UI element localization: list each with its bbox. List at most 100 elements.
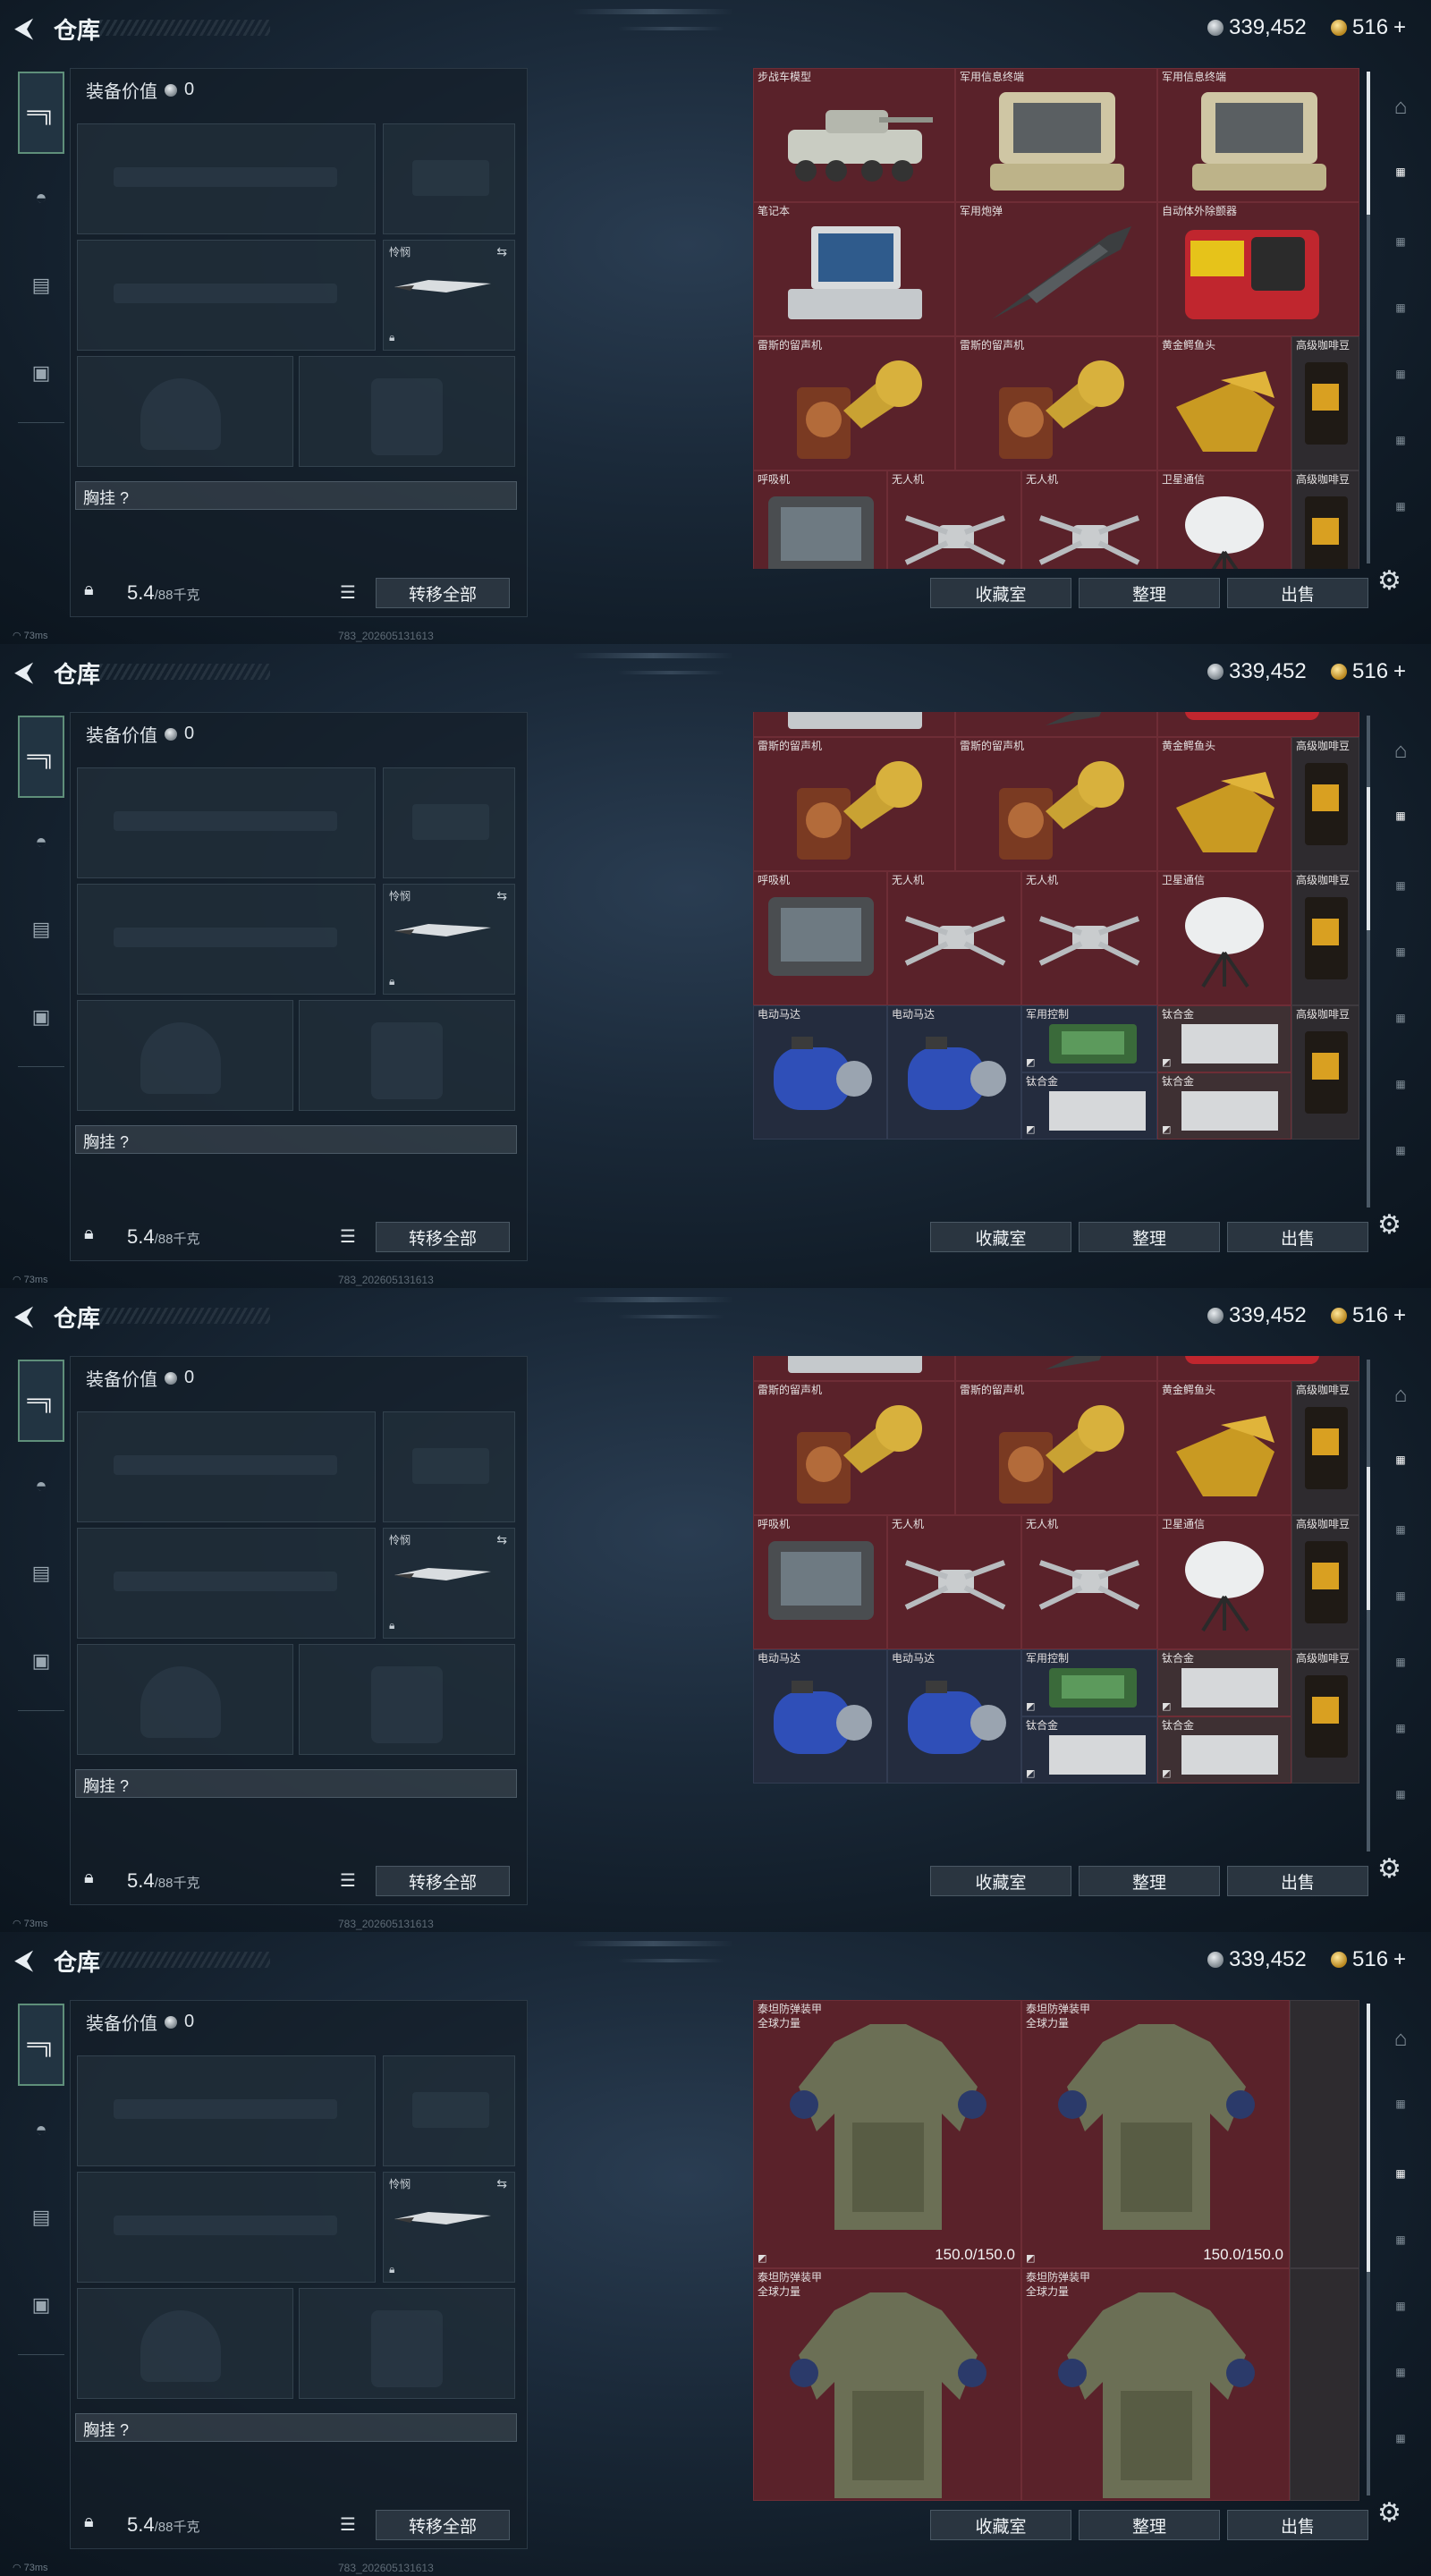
- case-tab[interactable]: ▣: [18, 2283, 64, 2327]
- swap-icon[interactable]: ⇆: [496, 2176, 507, 2191]
- stash-tab-5[interactable]: ▦: [1381, 1712, 1420, 1744]
- stash-tab-1[interactable]: ▦: [1381, 800, 1420, 832]
- stash-item[interactable]: 钛合金 ◩: [1157, 1072, 1291, 1140]
- stash-tab-4[interactable]: ▦: [1381, 1646, 1420, 1678]
- weapons-tab[interactable]: ═╗: [18, 72, 64, 154]
- primary-weapon-slot[interactable]: [77, 767, 376, 878]
- stash-scroll-thumb[interactable]: [1367, 1467, 1370, 1610]
- stash-item[interactable]: 雷斯的留声机: [955, 1381, 1157, 1515]
- stash-item[interactable]: 军用信息终端: [955, 68, 1157, 202]
- secondary-weapon-slot[interactable]: [77, 884, 376, 995]
- primary-weapon-slot[interactable]: [77, 2055, 376, 2166]
- stash-item[interactable]: 钛合金 ◩: [1021, 1072, 1157, 1140]
- stash-item[interactable]: 高级咖啡豆: [1291, 336, 1359, 470]
- stash-item[interactable]: 电动马达: [753, 1649, 887, 1784]
- swap-icon[interactable]: ⇆: [496, 244, 507, 259]
- sort-button[interactable]: 整理: [1079, 2510, 1220, 2540]
- add-currency-icon[interactable]: +: [1393, 1303, 1406, 1328]
- stash-item[interactable]: 高级咖啡豆: [1291, 1381, 1359, 1515]
- back-arrow-icon[interactable]: ⮜: [14, 1945, 39, 1977]
- armor-slot[interactable]: [299, 1644, 515, 1755]
- settings-gear-icon[interactable]: ⚙: [1377, 1209, 1401, 1241]
- stash-item[interactable]: 自动体外除颤器: [1157, 202, 1359, 336]
- stash-item[interactable]: 高级咖啡豆: [1291, 470, 1359, 569]
- pistol-slot[interactable]: [383, 123, 515, 234]
- chest-rig-bar[interactable]: 胸挂 ?: [75, 481, 517, 510]
- armor-slot[interactable]: [299, 1000, 515, 1111]
- pistol-slot[interactable]: [383, 1411, 515, 1522]
- stash-item[interactable]: 电动马达: [887, 1649, 1021, 1784]
- stash-item[interactable]: 雷斯的留声机: [955, 336, 1157, 470]
- collection-room-button[interactable]: 收藏室: [930, 1222, 1071, 1252]
- secondary-weapon-slot[interactable]: [77, 2172, 376, 2283]
- stash-item[interactable]: 高级咖啡豆: [1291, 737, 1359, 871]
- vault-tab[interactable]: ⌂: [1381, 2023, 1420, 2055]
- stash-tab-3[interactable]: ▦: [1381, 2224, 1420, 2256]
- transfer-all-button[interactable]: 转移全部: [376, 1866, 510, 1896]
- vault-tab[interactable]: ⌂: [1381, 1379, 1420, 1411]
- stash-item[interactable]: 卫星通信: [1157, 1515, 1291, 1649]
- helmet-tab[interactable]: ◓: [18, 819, 64, 864]
- stash-tab-3[interactable]: ▦: [1381, 292, 1420, 324]
- stash-tab-5[interactable]: ▦: [1381, 2356, 1420, 2388]
- stash-item[interactable]: 雷斯的留声机: [753, 336, 955, 470]
- stash-scroll-thumb[interactable]: [1367, 72, 1370, 215]
- add-currency-icon[interactable]: +: [1393, 15, 1406, 40]
- add-currency-icon[interactable]: +: [1393, 1947, 1406, 1972]
- stash-item[interactable]: 电动马达: [753, 1005, 887, 1140]
- backpack-tab[interactable]: ▤: [18, 907, 64, 952]
- stash-item[interactable]: 军用信息终端: [1157, 68, 1359, 202]
- transfer-all-button[interactable]: 转移全部: [376, 2510, 510, 2540]
- stash-tab-1[interactable]: ▦: [1381, 156, 1420, 188]
- gold-currency[interactable]: 516 +: [1331, 1301, 1406, 1331]
- sort-button[interactable]: 整理: [1079, 1222, 1220, 1252]
- settings-gear-icon[interactable]: ⚙: [1377, 2497, 1401, 2529]
- weapons-tab[interactable]: ═╗: [18, 2004, 64, 2086]
- chest-rig-bar[interactable]: 胸挂 ?: [75, 1769, 517, 1798]
- secondary-weapon-slot[interactable]: [77, 1528, 376, 1639]
- weapons-tab[interactable]: ═╗: [18, 1360, 64, 1442]
- stash-tab-6[interactable]: ▦: [1381, 490, 1420, 522]
- stash-item[interactable]: 笔记本: [753, 202, 955, 336]
- vault-tab[interactable]: ⌂: [1381, 91, 1420, 123]
- helmet-slot[interactable]: [77, 1644, 293, 1755]
- transfer-all-button[interactable]: 转移全部: [376, 578, 510, 608]
- melee-slot[interactable]: 怜悯 ⇆ 🔒︎: [383, 884, 515, 995]
- stash-item[interactable]: 无人机: [1021, 1515, 1157, 1649]
- list-icon[interactable]: ☰: [340, 1225, 356, 1248]
- primary-weapon-slot[interactable]: [77, 1411, 376, 1522]
- transfer-all-button[interactable]: 转移全部: [376, 1222, 510, 1252]
- helmet-tab[interactable]: ◓: [18, 2107, 64, 2152]
- stash-tab-4[interactable]: ▦: [1381, 1002, 1420, 1034]
- sort-button[interactable]: 整理: [1079, 578, 1220, 608]
- stash-item[interactable]: 无人机: [1021, 871, 1157, 1005]
- stash-scroll-thumb[interactable]: [1367, 2004, 1370, 2272]
- stash-item[interactable]: 钛合金 ◩: [1157, 1716, 1291, 1784]
- stash-tab-1[interactable]: ▦: [1381, 2088, 1420, 2120]
- stash-item[interactable]: 高级咖啡豆: [1291, 1649, 1359, 1784]
- stash-item[interactable]: 无人机: [887, 470, 1021, 569]
- stash-item[interactable]: 钛合金 ◩: [1157, 1649, 1291, 1716]
- stash-tab-2[interactable]: ▦: [1381, 225, 1420, 258]
- sort-button[interactable]: 整理: [1079, 1866, 1220, 1896]
- stash-tab-1[interactable]: ▦: [1381, 1444, 1420, 1476]
- chest-rig-bar[interactable]: 胸挂 ?: [75, 1125, 517, 1154]
- collection-room-button[interactable]: 收藏室: [930, 578, 1071, 608]
- case-tab[interactable]: ▣: [18, 1639, 64, 1683]
- swap-icon[interactable]: ⇆: [496, 1532, 507, 1547]
- secondary-weapon-slot[interactable]: [77, 240, 376, 351]
- melee-slot[interactable]: 怜悯 ⇆ 🔒︎: [383, 240, 515, 351]
- armor-slot[interactable]: [299, 2288, 515, 2399]
- stash-item[interactable]: 呼吸机: [753, 1515, 887, 1649]
- stash-item[interactable]: 军用控制 ◩: [1021, 1649, 1157, 1716]
- stash-item[interactable]: [753, 1356, 955, 1381]
- stash-item[interactable]: 泰坦防弹装甲 全球力量 150.0/150.0 ◩: [1021, 2000, 1290, 2268]
- stash-item[interactable]: 钛合金 ◩: [1157, 1005, 1291, 1072]
- stash-item[interactable]: 步战车模型: [753, 68, 955, 202]
- gold-currency[interactable]: 516 +: [1331, 657, 1406, 687]
- stash-tab-6[interactable]: ▦: [1381, 1134, 1420, 1166]
- stash-item[interactable]: 无人机: [887, 1515, 1021, 1649]
- stash-tab-5[interactable]: ▦: [1381, 1068, 1420, 1100]
- collection-room-button[interactable]: 收藏室: [930, 1866, 1071, 1896]
- stash-tab-4[interactable]: ▦: [1381, 2290, 1420, 2322]
